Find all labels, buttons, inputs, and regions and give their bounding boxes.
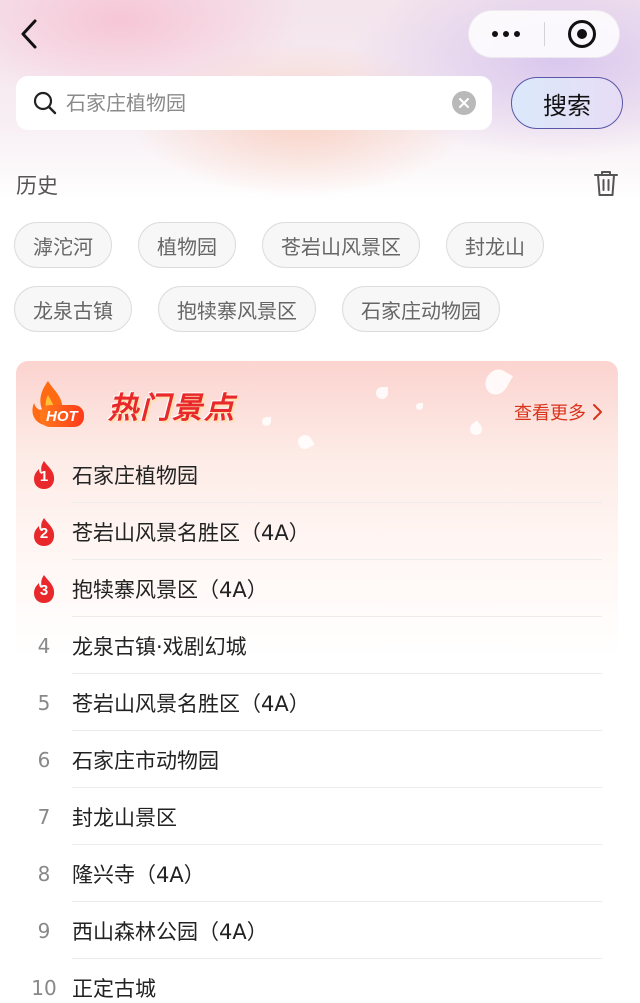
attraction-name: 石家庄植物园 (72, 463, 198, 488)
history-chip[interactable]: 石家庄动物园 (342, 286, 500, 332)
attraction-name: 隆兴寺（4A） (72, 862, 205, 887)
rank-number: 2 (39, 524, 49, 542)
hot-list-item[interactable]: 4 龙泉古镇·戏剧幻城 (16, 617, 618, 674)
petal-decoration (480, 365, 514, 399)
attraction-name: 正定古城 (72, 976, 156, 1001)
hot-list-item[interactable]: 6 石家庄市动物园 (16, 731, 618, 788)
search-input[interactable] (66, 91, 452, 115)
petal-decoration (262, 417, 271, 426)
rank-number: 5 (37, 690, 51, 715)
more-menu-button[interactable] (469, 11, 544, 57)
history-chip[interactable]: 植物园 (138, 222, 236, 268)
hot-logo: HOT (28, 379, 102, 431)
hot-badge: HOT (40, 405, 84, 427)
target-circle-icon (567, 20, 596, 48)
history-title: 历史 (16, 174, 58, 198)
hot-list-item[interactable]: 3 抱犊寨风景区（4A） (16, 560, 618, 617)
search-bar (16, 76, 492, 130)
rank-number: 9 (37, 918, 51, 943)
search-icon (33, 91, 57, 115)
attraction-name: 西山森林公园（4A） (72, 919, 268, 944)
hot-attractions-card: HOT 热门景点 查看更多 1 石家庄植物园 2 苍岩山风景名胜区（4A） 3 … (16, 361, 618, 1003)
view-more-link[interactable]: 查看更多 (514, 399, 604, 425)
rank-number: 3 (39, 581, 49, 599)
rank-badge: 1 (16, 460, 72, 490)
search-button[interactable]: 搜索 (511, 77, 623, 129)
history-chip[interactable]: 龙泉古镇 (14, 286, 132, 332)
hot-header: HOT 热门景点 (28, 375, 236, 435)
rank-number: 8 (37, 861, 51, 886)
rank-number: 6 (37, 747, 51, 772)
rank-badge: 2 (16, 517, 72, 547)
more-dots-icon (492, 31, 521, 37)
hot-list: 1 石家庄植物园 2 苍岩山风景名胜区（4A） 3 抱犊寨风景区（4A） 4 龙… (16, 446, 618, 1003)
hot-list-item[interactable]: 10 正定古城 (16, 959, 618, 1003)
history-chip[interactable]: 封龙山 (446, 222, 544, 268)
history-chip-row: 滹沱河 植物园 苍岩山风景区 封龙山 (14, 222, 614, 268)
petal-decoration (467, 420, 485, 438)
back-button[interactable] (14, 16, 44, 52)
attraction-name: 石家庄市动物园 (72, 748, 219, 773)
hot-list-item[interactable]: 5 苍岩山风景名胜区（4A） (16, 674, 618, 731)
petal-decoration (416, 403, 423, 410)
hot-title: 热门景点 (108, 391, 236, 426)
petal-decoration (376, 387, 388, 399)
rank-number: 4 (37, 633, 51, 658)
clear-input-button[interactable] (452, 91, 476, 115)
history-chip[interactable]: 滹沱河 (14, 222, 112, 268)
hot-list-item[interactable]: 2 苍岩山风景名胜区（4A） (16, 503, 618, 560)
hot-list-item[interactable]: 1 石家庄植物园 (16, 446, 618, 503)
close-mini-program-button[interactable] (545, 11, 620, 57)
history-chip[interactable]: 苍岩山风景区 (262, 222, 420, 268)
rank-number: 1 (39, 467, 49, 485)
history-chip[interactable]: 抱犊寨风景区 (158, 286, 316, 332)
attraction-name: 苍岩山风景名胜区（4A） (72, 520, 310, 545)
chevron-left-icon (21, 19, 37, 49)
hot-list-item[interactable]: 8 隆兴寺（4A） (16, 845, 618, 902)
clear-history-button[interactable] (592, 168, 620, 198)
clear-circle-icon (459, 98, 469, 108)
mini-program-capsule (468, 10, 620, 58)
attraction-name: 封龙山景区 (72, 805, 177, 830)
rank-number: 7 (37, 804, 51, 829)
chevron-right-icon (593, 404, 602, 420)
attraction-name: 龙泉古镇·戏剧幻城 (72, 634, 247, 659)
history-chip-row: 龙泉古镇 抱犊寨风景区 石家庄动物园 (14, 286, 614, 332)
attraction-name: 抱犊寨风景区（4A） (72, 577, 268, 602)
hot-list-item[interactable]: 7 封龙山景区 (16, 788, 618, 845)
view-more-label: 查看更多 (514, 403, 586, 424)
rank-badge: 3 (16, 574, 72, 604)
attraction-name: 苍岩山风景名胜区（4A） (72, 691, 310, 716)
hot-list-item[interactable]: 9 西山森林公园（4A） (16, 902, 618, 959)
rank-number: 10 (31, 975, 57, 1000)
trash-icon (594, 171, 618, 196)
history-chips: 滹沱河 植物园 苍岩山风景区 封龙山 龙泉古镇 抱犊寨风景区 石家庄动物园 (14, 222, 614, 350)
